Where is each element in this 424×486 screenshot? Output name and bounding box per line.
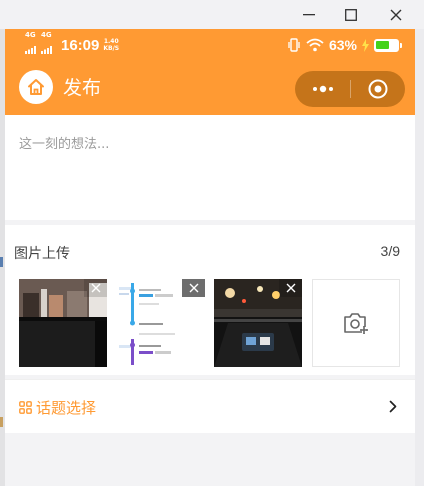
battery-level [376, 40, 389, 49]
home-button[interactable] [19, 70, 53, 104]
clock: 16:09 [61, 36, 100, 54]
post-text-input[interactable] [19, 133, 399, 193]
grid-icon [19, 401, 32, 414]
close-window-button[interactable] [373, 0, 419, 29]
topic-select-label: 话题选择 [36, 399, 97, 417]
vibrate-icon [288, 38, 300, 52]
status-bar: 4G 4G 16:09 1.40 KB/S 63% [5, 29, 415, 61]
speed-unit: KB/S [103, 45, 120, 52]
page-title: 发布 [63, 77, 102, 99]
close-icon [390, 9, 402, 20]
delete-image-1-button[interactable] [84, 279, 107, 297]
battery-icon [374, 38, 402, 52]
topic-select-row[interactable]: 话题选择 [5, 379, 415, 433]
uploaded-image-2[interactable] [117, 279, 205, 367]
signal-icon [25, 46, 36, 54]
more-dots-icon [312, 85, 333, 93]
edge-marker [0, 417, 3, 427]
minimize-icon [303, 13, 315, 15]
signal-group: 4G 4G [25, 32, 55, 58]
more-button[interactable] [295, 71, 350, 107]
upload-title: 图片上传 [14, 246, 70, 262]
phone-screen: 4G 4G 16:09 1.40 KB/S 63% 发布 这一刻的想法... 图… [5, 29, 415, 486]
camera-plus-icon [344, 313, 368, 334]
capsule-divider [350, 80, 351, 98]
maximize-icon [345, 8, 357, 21]
network-label: 4G [25, 31, 36, 39]
uploaded-image-1[interactable] [19, 279, 107, 367]
add-photo-button[interactable] [312, 279, 400, 367]
target-close-icon [368, 79, 387, 99]
exit-mini-program-button[interactable] [350, 71, 405, 107]
battery-percent: 63% [328, 37, 357, 53]
signal-icon [41, 46, 52, 54]
minimize-button[interactable] [286, 0, 332, 29]
mini-program-capsule [295, 71, 405, 107]
post-text-area [5, 115, 415, 220]
network-speed: 1.40 KB/S [103, 38, 119, 52]
maximize-button[interactable] [328, 0, 374, 29]
close-icon [286, 283, 295, 293]
wifi-icon [306, 38, 324, 52]
upload-count: 3/9 [380, 243, 400, 259]
app-window: 4G 4G 16:09 1.40 KB/S 63% 发布 这一刻的想法... 图… [0, 0, 424, 486]
close-icon [189, 283, 198, 293]
delete-image-2-button[interactable] [182, 279, 205, 297]
close-icon [91, 283, 100, 293]
chevron-right-icon [389, 400, 397, 413]
network-label: 4G [41, 31, 52, 39]
image-upload-section: 图片上传 3/9 [5, 225, 415, 375]
edge-marker [0, 257, 3, 267]
speed-value: 1.40 [103, 38, 119, 45]
charging-icon [362, 38, 369, 52]
home-icon [28, 79, 44, 95]
delete-image-3-button[interactable] [279, 279, 302, 297]
uploaded-image-3[interactable] [214, 279, 302, 367]
window-titlebar [0, 0, 424, 29]
nav-bar: 发布 [5, 61, 415, 115]
